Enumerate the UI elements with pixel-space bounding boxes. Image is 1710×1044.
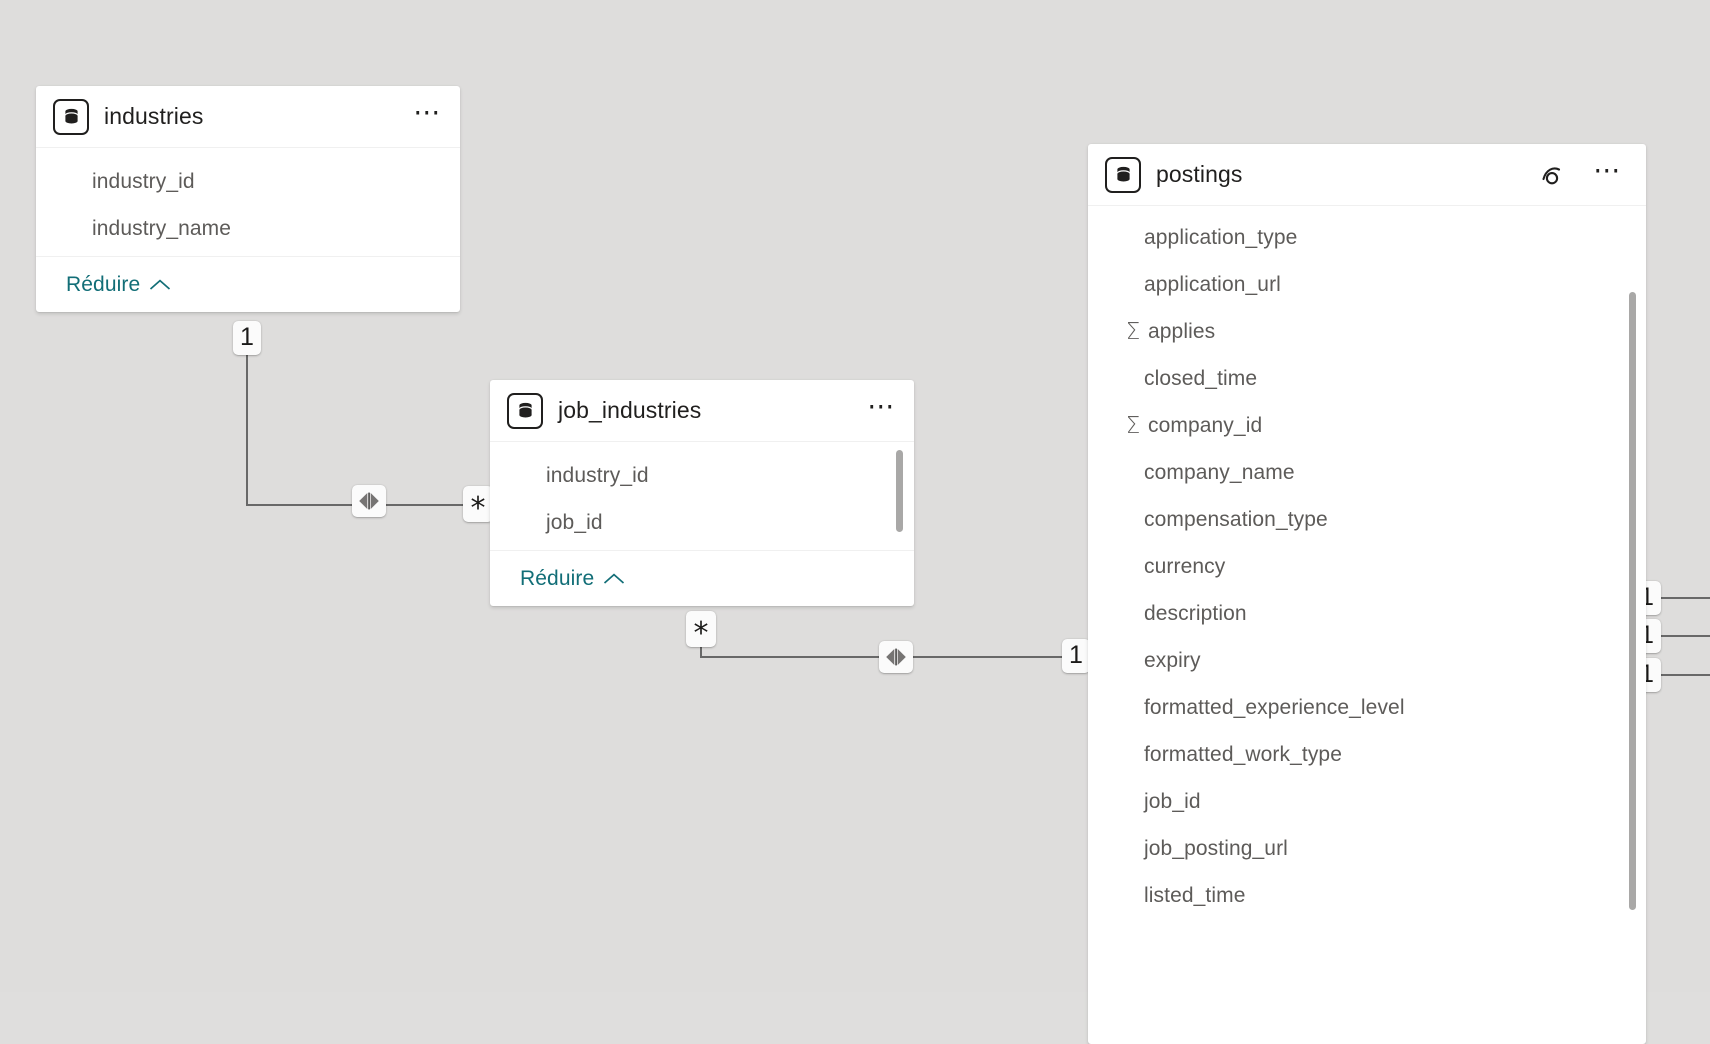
table-card-header[interactable]: job_industries ⋯	[490, 380, 914, 442]
table-card-footer: Réduire	[490, 550, 914, 606]
collapse-button[interactable]: Réduire	[520, 567, 625, 591]
field-list-scrollbar[interactable]	[896, 450, 903, 532]
field-name: application_url	[1144, 272, 1281, 296]
field-row[interactable]: company_name	[1088, 449, 1646, 496]
table-title: postings	[1156, 161, 1243, 187]
table-card-footer: Réduire	[36, 256, 460, 312]
field-name: applies	[1148, 319, 1216, 343]
field-name: compensation_type	[1144, 507, 1328, 531]
field-row[interactable]: closed_time	[1088, 355, 1646, 402]
ellipsis-icon[interactable]: ⋯	[1592, 154, 1624, 192]
field-name: formatted_experience_level	[1144, 695, 1405, 719]
field-row[interactable]: description	[1088, 590, 1646, 637]
field-name: job_posting_url	[1144, 836, 1288, 860]
ellipsis-icon[interactable]: ⋯	[412, 96, 444, 134]
field-name: industry_id	[92, 169, 195, 193]
cardinality-label: *	[693, 615, 709, 651]
field-name: company_name	[1144, 460, 1295, 484]
field-list: application_type application_url Σ appli…	[1088, 206, 1646, 923]
table-title: job_industries	[558, 397, 702, 423]
field-row[interactable]: job_posting_url	[1088, 825, 1646, 872]
bidirectional-filter-icon-postings[interactable]	[879, 641, 913, 673]
bidirectional-filter-icon-industries[interactable]	[352, 485, 386, 517]
field-name: job_id	[1144, 789, 1201, 813]
field-name: closed_time	[1144, 366, 1258, 390]
field-row[interactable]: job_id	[490, 499, 914, 546]
sigma-icon: Σ	[1125, 412, 1141, 439]
field-list: industry_id job_id	[490, 442, 914, 550]
field-row[interactable]: application_url	[1088, 261, 1646, 308]
collapse-label: Réduire	[520, 566, 595, 590]
field-name: expiry	[1144, 648, 1201, 672]
bidirectional-filter-glyph	[359, 492, 379, 510]
field-row-measure[interactable]: Σ company_id	[1088, 402, 1646, 449]
field-row[interactable]: application_type	[1088, 214, 1646, 261]
chevron-up-icon	[604, 572, 625, 584]
eye-hide-glyph	[1542, 166, 1561, 184]
relationship-line-right-stub-b[interactable]	[1660, 635, 1710, 637]
field-list-scrollbar[interactable]	[1629, 292, 1636, 910]
sigma-icon: Σ	[1125, 318, 1141, 345]
field-name: application_type	[1144, 225, 1298, 249]
relationship-line-right-stub-a[interactable]	[1660, 597, 1710, 599]
table-database-icon	[1105, 156, 1141, 193]
bidirectional-filter-glyph	[886, 648, 906, 666]
table-card-header[interactable]: postings ⋯	[1088, 144, 1646, 206]
field-row[interactable]: expiry	[1088, 637, 1646, 684]
model-diagram-canvas[interactable]: 1 * * 1 1 1 1 industries ⋯ industry_id i…	[0, 0, 1710, 1044]
table-card-header[interactable]: industries ⋯	[36, 86, 460, 148]
relationship-line-right-stub-c[interactable]	[1660, 674, 1710, 676]
field-name: company_id	[1148, 413, 1263, 437]
chevron-up-icon	[150, 278, 171, 290]
field-row[interactable]: currency	[1088, 543, 1646, 590]
table-card-job-industries[interactable]: job_industries ⋯ industry_id job_id Rédu…	[490, 380, 914, 606]
field-row[interactable]: formatted_experience_level	[1088, 684, 1646, 731]
table-database-icon	[507, 392, 543, 429]
field-row[interactable]: job_id	[1088, 778, 1646, 825]
field-row-measure[interactable]: Σ applies	[1088, 308, 1646, 355]
field-name: industry_id	[546, 463, 649, 487]
cardinality-badge-many-job-industries[interactable]: *	[463, 486, 493, 526]
field-row[interactable]: industry_id	[36, 158, 460, 205]
field-row[interactable]: listed_time	[1088, 872, 1646, 919]
cardinality-badge-many-job-industries-2[interactable]: *	[686, 611, 716, 651]
table-card-industries[interactable]: industries ⋯ industry_id industry_name R…	[36, 86, 460, 312]
field-name: description	[1144, 601, 1247, 625]
field-row[interactable]: industry_id	[490, 452, 914, 499]
field-name: formatted_work_type	[1144, 742, 1342, 766]
field-row[interactable]: formatted_work_type	[1088, 731, 1646, 778]
cardinality-label: *	[470, 490, 486, 526]
eye-hide-icon[interactable]	[1540, 158, 1572, 192]
field-name: industry_name	[92, 216, 232, 240]
ellipsis-glyph: ⋯	[867, 390, 897, 421]
ellipsis-glyph: ⋯	[413, 96, 443, 127]
collapse-button[interactable]: Réduire	[66, 273, 171, 297]
cardinality-label: 1	[1069, 640, 1083, 669]
relationship-line-vertical-industries[interactable]	[246, 330, 248, 506]
table-card-postings[interactable]: postings ⋯ application_type application_…	[1088, 144, 1646, 1044]
collapse-label: Réduire	[66, 272, 141, 296]
field-row[interactable]: industry_name	[36, 205, 460, 252]
ellipsis-icon[interactable]: ⋯	[866, 390, 898, 428]
field-name: currency	[1144, 554, 1226, 578]
field-name: listed_time	[1144, 883, 1246, 907]
cardinality-badge-one-postings[interactable]: 1	[1062, 639, 1090, 673]
ellipsis-glyph: ⋯	[1593, 154, 1623, 185]
field-list: industry_id industry_name	[36, 148, 460, 256]
cardinality-badge-one-industries[interactable]: 1	[233, 321, 261, 355]
table-database-icon	[53, 98, 89, 135]
field-row[interactable]: compensation_type	[1088, 496, 1646, 543]
field-name: job_id	[546, 510, 603, 534]
table-title: industries	[104, 103, 204, 129]
cardinality-label: 1	[240, 322, 254, 351]
